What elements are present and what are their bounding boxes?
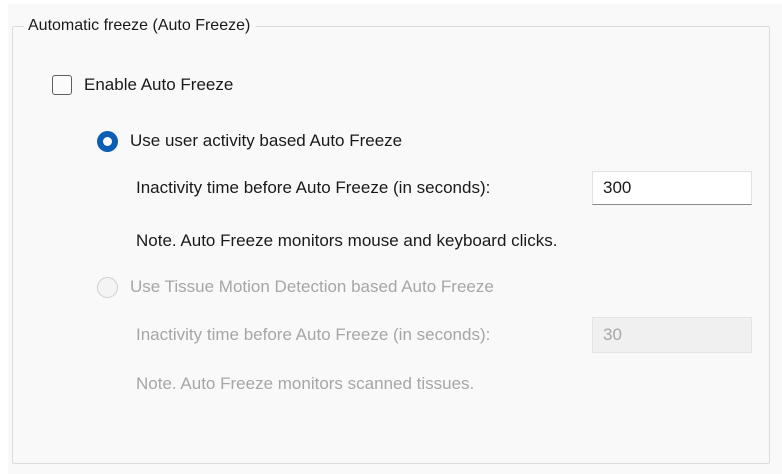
user-activity-note-text: Note. Auto Freeze monitors mouse and key… xyxy=(136,231,558,250)
user-activity-inactivity-label: Inactivity time before Auto Freeze (in s… xyxy=(136,176,490,200)
tissue-motion-note-text: Note. Auto Freeze monitors scanned tissu… xyxy=(136,374,475,393)
user-activity-radio[interactable]: Use user activity based Auto Freeze xyxy=(97,129,402,153)
enable-auto-freeze-label: Enable Auto Freeze xyxy=(84,75,234,94)
user-activity-note: Note. Auto Freeze monitors mouse and key… xyxy=(136,229,557,253)
checkbox-box[interactable] xyxy=(52,75,72,95)
inactivity-time-label-disabled: Inactivity time before Auto Freeze (in s… xyxy=(136,325,491,344)
dialog-area: Automatic freeze (Auto Freeze) Enable Au… xyxy=(0,0,782,474)
tissue-motion-radio[interactable]: Use Tissue Motion Detection based Auto F… xyxy=(97,275,494,299)
inactivity-time-label: Inactivity time before Auto Freeze (in s… xyxy=(136,178,491,197)
tissue-motion-inactivity-input[interactable]: 30 xyxy=(592,317,752,353)
tissue-motion-radio-label: Use Tissue Motion Detection based Auto F… xyxy=(130,277,494,296)
radio-unselected-indicator[interactable] xyxy=(97,276,118,298)
user-activity-radio-label: Use user activity based Auto Freeze xyxy=(130,131,403,150)
tissue-motion-inactivity-label: Inactivity time before Auto Freeze (in s… xyxy=(136,323,490,347)
enable-auto-freeze-checkbox[interactable]: Enable Auto Freeze xyxy=(52,73,233,97)
groupbox-title: Automatic freeze (Auto Freeze) xyxy=(24,16,257,36)
tissue-motion-note: Note. Auto Freeze monitors scanned tissu… xyxy=(136,372,474,396)
user-activity-inactivity-input[interactable]: 300 xyxy=(592,171,752,205)
radio-selected-indicator[interactable] xyxy=(97,130,118,152)
